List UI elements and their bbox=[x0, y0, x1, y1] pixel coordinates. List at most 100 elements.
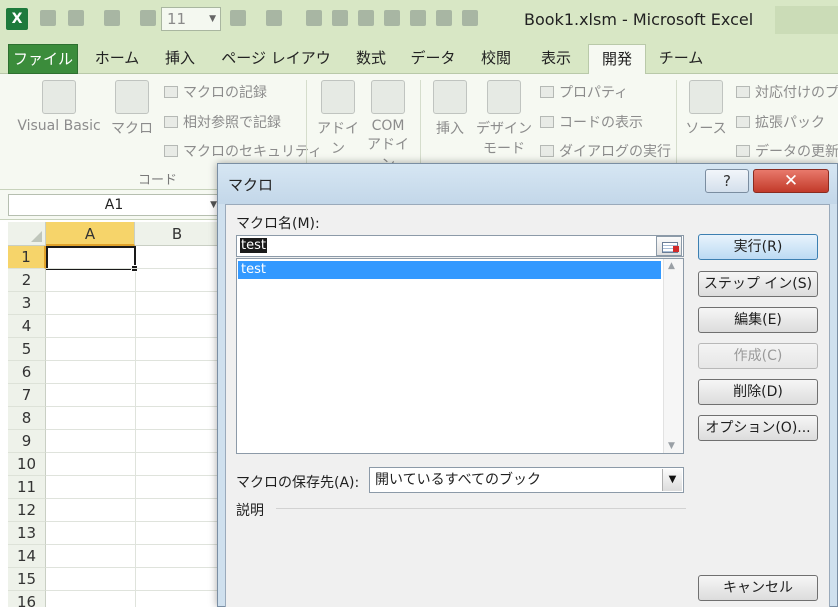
help-button[interactable]: ? bbox=[705, 169, 749, 193]
relative-reference-button[interactable]: 相対参照で記録 bbox=[164, 112, 281, 132]
grid-line bbox=[46, 452, 220, 453]
chevron-down-icon[interactable]: ▼ bbox=[210, 195, 217, 215]
view-code-icon bbox=[540, 116, 554, 128]
macro-button[interactable]: マクロ bbox=[110, 80, 154, 138]
list-scrollbar[interactable]: ▲ ▼ bbox=[663, 259, 683, 453]
list-item[interactable]: test bbox=[238, 261, 661, 279]
macro-security-button[interactable]: マクロのセキュリティ bbox=[164, 141, 322, 161]
refresh-icon bbox=[736, 145, 750, 157]
grid-line bbox=[46, 314, 220, 315]
worksheet[interactable]: A B 1 2 3 4 5 6 7 8 9 10 11 12 13 14 15 16 bbox=[0, 220, 220, 607]
copy-icon[interactable] bbox=[410, 10, 426, 26]
xml-source-icon bbox=[689, 80, 723, 114]
collapse-dialog-icon[interactable] bbox=[656, 236, 682, 256]
row-header-12[interactable]: 12 bbox=[8, 499, 46, 522]
refresh-data-button[interactable]: データの更新 bbox=[736, 141, 838, 161]
map-properties-button[interactable]: 対応付けのプ bbox=[736, 82, 838, 102]
run-button[interactable]: 実行(R) bbox=[698, 234, 818, 260]
row-header-2[interactable]: 2 bbox=[8, 269, 46, 292]
align-right-icon[interactable] bbox=[358, 10, 374, 26]
expansion-pack-icon bbox=[736, 116, 750, 128]
tab-team[interactable]: チーム bbox=[652, 44, 710, 74]
run-dialog-button[interactable]: ダイアログの実行 bbox=[540, 141, 671, 161]
delete-button[interactable]: 削除(D) bbox=[698, 379, 818, 405]
active-cell-a1[interactable] bbox=[46, 246, 138, 272]
row-header-7[interactable]: 7 bbox=[8, 384, 46, 407]
row-header-16[interactable]: 16 bbox=[8, 591, 46, 607]
fill-color-icon[interactable] bbox=[266, 10, 282, 26]
row-header-3[interactable]: 3 bbox=[8, 292, 46, 315]
save-icon[interactable] bbox=[40, 10, 56, 26]
row-header-15[interactable]: 15 bbox=[8, 568, 46, 591]
expansion-pack-button[interactable]: 拡張パック bbox=[736, 112, 825, 132]
column-header-b[interactable]: B bbox=[135, 222, 220, 246]
scroll-up-icon[interactable]: ▲ bbox=[668, 261, 675, 271]
row-header-9[interactable]: 9 bbox=[8, 430, 46, 453]
macro-name-input[interactable]: test bbox=[236, 235, 684, 257]
excel-app-icon[interactable]: X bbox=[6, 8, 28, 30]
select-all-corner[interactable] bbox=[8, 222, 46, 246]
edit-button[interactable]: 編集(E) bbox=[698, 307, 818, 333]
align-center-icon[interactable] bbox=[332, 10, 348, 26]
create-button[interactable]: 作成(C) bbox=[698, 343, 818, 369]
undo-icon[interactable] bbox=[68, 10, 84, 26]
row-header-6[interactable]: 6 bbox=[8, 361, 46, 384]
tab-formulas[interactable]: 数式 bbox=[346, 44, 396, 74]
align-left-icon[interactable] bbox=[306, 10, 322, 26]
tab-file[interactable]: ファイル bbox=[8, 44, 78, 74]
macro-name-value: test bbox=[240, 238, 267, 253]
title-bar: X 11 ▼ Book1.xlsm - Microsoft Excel bbox=[0, 0, 838, 40]
visual-basic-button[interactable]: Visual Basic bbox=[12, 80, 106, 134]
tab-data[interactable]: データ bbox=[404, 44, 462, 74]
tab-home[interactable]: ホーム bbox=[88, 44, 146, 74]
column-header-a[interactable]: A bbox=[46, 222, 135, 246]
step-into-button[interactable]: ステップ イン(S) bbox=[698, 271, 818, 297]
close-button[interactable]: ✕ bbox=[753, 169, 829, 193]
row-header-10[interactable]: 10 bbox=[8, 453, 46, 476]
customize-qat-icon[interactable] bbox=[462, 10, 478, 26]
row-header-14[interactable]: 14 bbox=[8, 545, 46, 568]
design-mode-button[interactable]: デザイン モード bbox=[476, 80, 532, 158]
com-addin-button[interactable]: COM アドイン bbox=[364, 80, 412, 174]
macro-list[interactable]: test ▲ ▼ bbox=[236, 258, 684, 454]
redo-icon[interactable] bbox=[104, 10, 120, 26]
grid-line bbox=[46, 498, 220, 499]
properties-button[interactable]: プロパティ bbox=[540, 82, 628, 102]
insert-control-button[interactable]: 挿入 bbox=[426, 80, 474, 138]
tab-view[interactable]: 表示 bbox=[530, 44, 582, 74]
row-header-4[interactable]: 4 bbox=[8, 315, 46, 338]
row-header-13[interactable]: 13 bbox=[8, 522, 46, 545]
paste-icon[interactable] bbox=[436, 10, 452, 26]
chevron-down-icon[interactable]: ▼ bbox=[662, 469, 682, 491]
xml-source-button[interactable]: ソース bbox=[682, 80, 730, 138]
name-box[interactable]: A1 ▼ bbox=[8, 194, 220, 216]
store-location-select[interactable]: 開いているすべてのブック ▼ bbox=[369, 467, 684, 493]
tab-developer[interactable]: 開発 bbox=[588, 44, 646, 74]
macro-name-label: マクロ名(M): bbox=[236, 216, 320, 232]
font-grow-icon[interactable] bbox=[230, 10, 246, 26]
dialog-title-bar[interactable]: マクロ ? ✕ bbox=[218, 164, 837, 204]
row-header-1[interactable]: 1 bbox=[8, 246, 46, 269]
cancel-button[interactable]: キャンセル bbox=[698, 575, 818, 601]
tab-insert[interactable]: 挿入 bbox=[154, 44, 206, 74]
print-preview-icon[interactable] bbox=[140, 10, 156, 26]
ribbon-tab-bar: ファイル ホーム 挿入 ページ レイアウト 数式 データ 校閲 表示 開発 チー… bbox=[0, 40, 838, 95]
merge-icon[interactable] bbox=[384, 10, 400, 26]
options-button[interactable]: オプション(O)... bbox=[698, 415, 818, 441]
scroll-down-icon[interactable]: ▼ bbox=[668, 441, 675, 451]
grid-line bbox=[46, 429, 220, 430]
addin-button[interactable]: アドイン bbox=[312, 80, 364, 158]
view-code-button[interactable]: コードの表示 bbox=[540, 112, 643, 132]
row-header-8[interactable]: 8 bbox=[8, 407, 46, 430]
description-label: 説明 bbox=[236, 503, 264, 519]
window-controls[interactable] bbox=[775, 6, 838, 34]
record-macro-button[interactable]: マクロの記録 bbox=[164, 82, 267, 102]
row-header-5[interactable]: 5 bbox=[8, 338, 46, 361]
font-size-value: 11 bbox=[167, 10, 187, 28]
tab-review[interactable]: 校閲 bbox=[470, 44, 522, 74]
formula-bar-row: A1 ▼ bbox=[0, 190, 220, 220]
row-header-11[interactable]: 11 bbox=[8, 476, 46, 499]
grid-line bbox=[135, 246, 136, 607]
tab-page-layout[interactable]: ページ レイアウト bbox=[214, 44, 338, 95]
font-size-combobox[interactable]: 11 ▼ bbox=[161, 7, 221, 31]
